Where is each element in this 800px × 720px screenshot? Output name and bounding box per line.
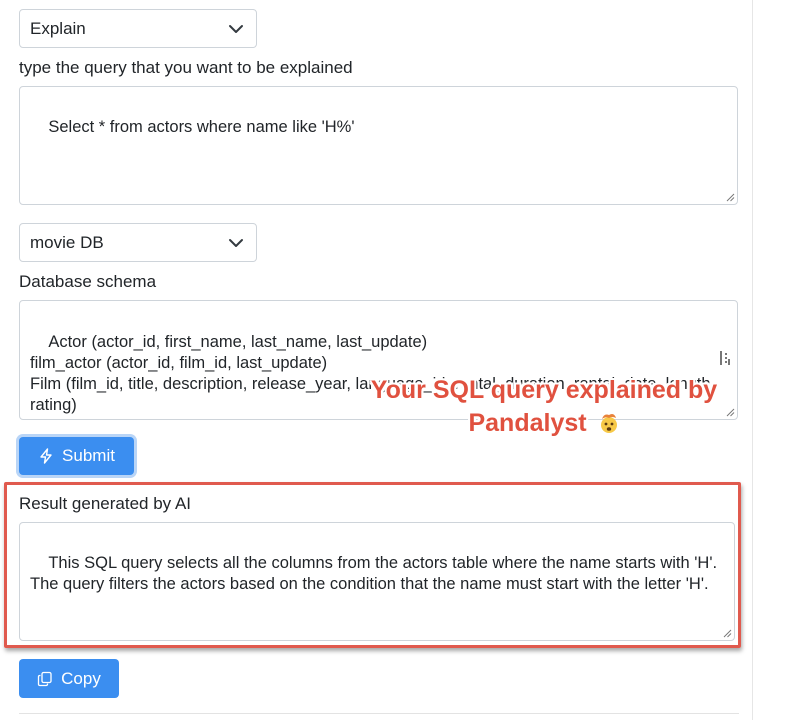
- query-label: type the query that you want to be expla…: [19, 58, 353, 77]
- database-select[interactable]: movie DB: [19, 223, 257, 262]
- grip-handle-icon[interactable]: [719, 350, 731, 366]
- query-input[interactable]: Select * from actors where name like 'H%…: [19, 86, 738, 205]
- bottom-divider: [19, 713, 739, 714]
- annotation-line-2: Pandalyst: [352, 407, 736, 440]
- mode-select-value: Explain: [30, 18, 86, 38]
- submit-button[interactable]: Submit: [19, 437, 134, 475]
- exploding-head-emoji-icon: [600, 414, 617, 433]
- mode-select[interactable]: Explain: [19, 9, 257, 48]
- promo-annotation: Your SQL query explained by Pandalyst: [352, 374, 736, 440]
- database-select-value: movie DB: [30, 232, 104, 252]
- chevron-down-icon: [229, 24, 243, 33]
- query-input-text: Select * from actors where name like 'H%…: [48, 118, 355, 136]
- copy-icon: [38, 671, 52, 686]
- resize-handle-icon[interactable]: [726, 193, 735, 202]
- result-output[interactable]: This SQL query selects all the columns f…: [19, 522, 735, 641]
- annotation-line-1: Your SQL query explained by: [370, 376, 718, 404]
- panel-divider: [752, 0, 753, 720]
- schema-label: Database schema: [19, 272, 157, 291]
- resize-handle-icon[interactable]: [723, 629, 732, 638]
- copy-button[interactable]: Copy: [19, 659, 119, 698]
- annotation-line-2-text: Pandalyst: [468, 409, 587, 437]
- lightning-bolt-icon: [40, 448, 52, 464]
- submit-button-label: Submit: [62, 446, 115, 465]
- copy-button-label: Copy: [61, 668, 101, 688]
- result-output-text: This SQL query selects all the columns f…: [30, 554, 722, 593]
- result-label: Result generated by AI: [19, 494, 192, 513]
- page: Explain type the query that you want to …: [0, 0, 800, 720]
- chevron-down-icon: [229, 238, 243, 247]
